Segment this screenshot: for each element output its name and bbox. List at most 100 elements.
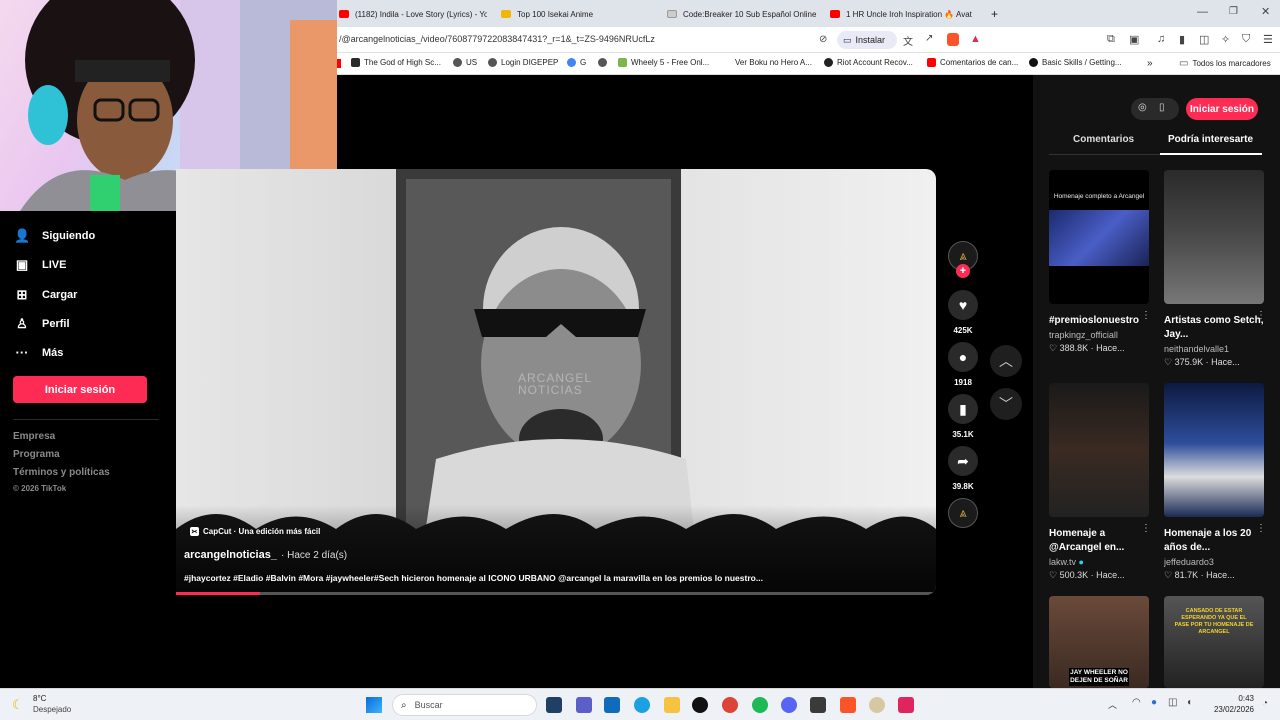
spotify-icon[interactable] [752,697,768,713]
progress-track[interactable] [176,592,936,595]
translate-icon[interactable]: 文 [903,33,913,48]
screenshot-icon[interactable]: ▣ [1129,33,1139,46]
bookmark-item[interactable]: US [453,58,477,67]
browser-tab[interactable]: Top 100 Isekai Anime [501,4,649,24]
bookmark-item[interactable]: G [567,58,586,67]
notification-icon[interactable]: ◔ [1262,698,1268,709]
suggested-video-card[interactable]: CANSADO DE ESTAR ESPERANDO YA QUE EL PAS… [1164,596,1264,688]
comment-button[interactable]: ● 1918 [948,342,978,387]
card-user[interactable]: lakw.tv ● [1049,557,1149,567]
discord-icon[interactable] [781,697,797,713]
vpn-icon[interactable]: ⛉ [1242,33,1250,46]
brave-shield-icon[interactable] [947,33,959,46]
install-button[interactable]: ▭ Instalar [837,31,897,49]
video-author[interactable]: arcangelnoticias_ [184,549,277,561]
weather-desc[interactable]: Despejado [33,705,71,714]
card-menu-icon[interactable]: ⋮ [1141,523,1151,534]
microphone-icon[interactable]: ● [1151,697,1157,708]
login-button[interactable]: Iniciar sesión [13,376,147,403]
task-view-icon[interactable] [546,697,562,713]
close-window-icon[interactable]: ✕ [1261,5,1270,18]
menu-icon[interactable]: ☰ [1263,33,1273,46]
brave-icon[interactable] [840,697,856,713]
extensions-icon[interactable]: ⧉ [1107,33,1115,46]
volume-icon[interactable]: ◖ [1186,697,1192,708]
previous-video-button[interactable]: ︿ [990,345,1022,377]
tiktok-app-icon[interactable] [692,697,708,713]
tab-comments[interactable]: Comentarios [1073,134,1134,145]
save-button[interactable]: ▮ 35.1K [948,394,978,439]
card-menu-icon[interactable]: ⋮ [1141,310,1151,321]
tiktok-pwa-icon[interactable] [898,697,914,713]
nav-item-upload[interactable]: ⊞ Cargar [14,287,78,303]
suggested-video-card[interactable]: Homenaje a @Arcangel en... lakw.tv ● ♡ 5… [1049,383,1149,581]
all-bookmarks-button[interactable]: ▭ Todos los marcadores [1179,58,1271,69]
more-bookmarks-button[interactable]: » [1147,58,1153,69]
video-caption[interactable]: #jhaycortez #Eladio #Balvin #Mora #jaywh… [184,573,864,583]
bookmark-item[interactable]: Wheely 5 - Free Onl... [618,58,709,67]
taskbar-search[interactable]: ⌕ Buscar [392,694,537,716]
share-button[interactable]: ➦ 39.8K [948,446,978,491]
maximize-icon[interactable]: ❐ [1229,6,1238,17]
card-menu-icon[interactable]: ⋮ [1256,523,1266,534]
bookmark-item[interactable]: Basic Skills / Getting... [1029,58,1122,67]
nav-item-more[interactable]: ··· Más [14,345,64,360]
video-player[interactable]: ARCANGEL NOTICIAS ✂ CapCut · Una edición… [176,169,936,595]
weather-temp[interactable]: 8°C [33,694,46,703]
network-icon[interactable]: ◫ [1168,697,1177,708]
card-menu-icon[interactable]: ⋮ [1256,310,1266,321]
nav-item-profile[interactable]: ♙ Perfil [14,316,69,332]
view-toggle[interactable]: ◎ ▯ [1131,98,1179,120]
phone-icon[interactable]: ▯ [1159,102,1165,113]
bookmark-item[interactable] [598,58,607,67]
clock-time[interactable]: 0:43 [1208,694,1254,703]
file-explorer-icon[interactable] [664,697,680,713]
bookmark-item[interactable]: The God of High Sc... [351,58,441,67]
follow-plus-icon[interactable]: + [956,264,970,278]
sound-disc[interactable]: ⩓ [948,498,978,528]
browser-tab[interactable]: 1 HR Uncle Iroh Inspiration 🔥 Avat ✕ [830,4,978,24]
card-user[interactable]: neithandelvalle1 [1164,344,1264,354]
teams-icon[interactable] [576,697,592,713]
suggested-video-card[interactable]: Homenaje a los 20 años de... jeffeduardo… [1164,383,1264,581]
browser-tab[interactable]: Code:Breaker 10 Sub Español Online [667,4,817,24]
sidebar-icon[interactable]: ▮ [1179,33,1185,46]
outlook-icon[interactable] [604,697,620,713]
card-user[interactable]: jeffeduardo3 [1164,557,1264,567]
browser-tab[interactable]: (1182) Indila - Love Story (Lyrics) - Yo [339,4,487,24]
wifi-icon[interactable]: ◠ [1132,697,1141,708]
minimize-icon[interactable]: — [1197,6,1208,18]
windows-start-icon[interactable] [366,697,382,713]
capcut-link[interactable]: ✂ CapCut · Una edición más fácil [190,527,320,536]
edge-icon[interactable] [634,697,650,713]
music-icon[interactable]: ♫ [1157,33,1165,45]
bookmark-item[interactable]: Login DIGEPEP [488,58,558,67]
app-icon[interactable] [810,697,826,713]
bookmark-item[interactable]: Comentarios de can... [927,58,1018,67]
creator-avatar[interactable]: ⩓ + [948,241,978,278]
nav-item-following[interactable]: 👤 Siguiendo [14,228,95,244]
suggested-video-card[interactable]: Artistas como Setch, Jay... neithandelva… [1164,170,1264,368]
nav-item-live[interactable]: ▣ LIVE [14,257,67,273]
suggested-video-card[interactable]: JAY WHEELER NO DEJEN DE SOÑAR [1049,596,1149,688]
brave-rewards-icon[interactable]: ▲ [970,33,981,45]
wallet-icon[interactable]: ◫ [1199,33,1209,46]
like-button[interactable]: ♥ 425K [948,290,978,335]
leo-icon[interactable]: ✧ [1221,33,1230,46]
no-track-icon[interactable]: ⊘ [819,34,827,45]
bookmark-item[interactable]: Ver Boku no Hero A... [735,58,812,67]
footer-link-company[interactable]: Empresa [13,431,55,442]
footer-link-terms[interactable]: Términos y políticas [13,467,110,478]
tray-chevron-icon[interactable]: ︿ [1108,698,1117,711]
card-user[interactable]: trapkingz_officiall [1049,330,1149,340]
new-tab-button[interactable]: + [991,4,1005,24]
footer-link-program[interactable]: Programa [13,449,60,460]
timer-icon[interactable]: ◎ [1138,102,1147,113]
tab-suggested[interactable]: Podría interesarte [1168,134,1253,145]
bookmark-item[interactable]: Riot Account Recov... [824,58,913,67]
share-icon[interactable]: ↗ [925,33,933,44]
chrome-icon[interactable] [722,697,738,713]
suggested-video-card[interactable]: Homenaje completo a Arcangel #premioslon… [1049,170,1149,354]
url-field[interactable]: /@arcangelnoticias_/video/76087797220838… [339,34,655,44]
clock-date[interactable]: 23/02/2026 [1208,705,1254,714]
